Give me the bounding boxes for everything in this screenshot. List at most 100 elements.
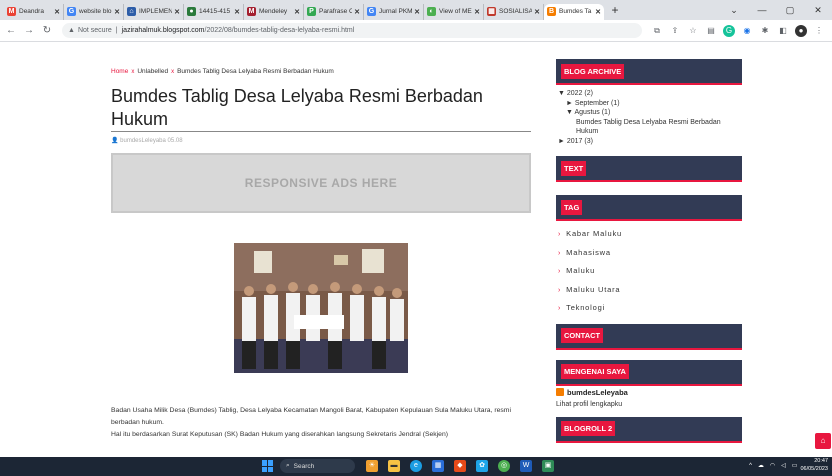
extension-icon[interactable]: ◉ — [741, 25, 753, 37]
reload-icon[interactable]: ↻ — [40, 25, 54, 36]
share-icon[interactable]: ⇪ — [669, 25, 681, 37]
browser-tab[interactable]: B Bumdes Ta ✕ — [544, 3, 604, 20]
browser-tab[interactable]: ⌂ IMPLEMEN ✕ — [124, 3, 184, 20]
app-icon[interactable]: ▣ — [542, 460, 554, 472]
browser-tab[interactable]: ▦ SOSIALISA ✕ — [484, 3, 544, 20]
address-bar: ← → ↻ ▲ Not secure | jazirahalmuk.blogsp… — [0, 20, 832, 42]
tab-title: SOSIALISA — [499, 8, 533, 15]
url-separator: | — [115, 27, 118, 34]
tab-close-icon[interactable]: ✕ — [354, 8, 360, 16]
scroll-to-top-button[interactable]: ⌂ — [815, 433, 831, 449]
tab-favicon-icon: G — [367, 7, 376, 16]
windows-start-icon[interactable] — [262, 460, 274, 472]
cloud-icon[interactable]: ☁ — [758, 462, 764, 469]
breadcrumb-category[interactable]: Unlabelled — [137, 68, 168, 75]
tab-title: Deandra — [19, 8, 44, 15]
tab-favicon-icon: B — [547, 7, 556, 16]
clock[interactable]: 20:47 06/05/2023 — [800, 458, 828, 473]
archive-item[interactable]: ► 2017 (3) — [558, 137, 742, 147]
tab-close-icon[interactable]: ✕ — [534, 8, 540, 16]
post-paragraph: Badan Usaha Milik Desa (Bumdes) Tablig, … — [111, 407, 511, 426]
edge-icon[interactable]: e — [410, 460, 422, 472]
tab-close-icon[interactable]: ✕ — [294, 8, 300, 16]
tab-close-icon[interactable]: ✕ — [414, 8, 420, 16]
word-icon[interactable]: W — [520, 460, 532, 472]
profile-full-link[interactable]: Lihat profil lengkapku — [556, 401, 742, 408]
tab-close-icon[interactable]: ✕ — [174, 8, 180, 16]
widget-header-tag: TAG — [556, 195, 742, 221]
translate-icon[interactable]: ⧉ — [651, 25, 663, 37]
archive-item[interactable]: ▼ Agustus (1) — [558, 108, 742, 118]
taskbar-search[interactable]: ⌕ Search — [280, 459, 355, 473]
breadcrumb-separator: x — [171, 69, 175, 75]
search-icon: ⌕ — [286, 462, 290, 469]
tag-item[interactable]: › Teknologi — [556, 299, 742, 318]
widgets-icon[interactable]: ☀ — [366, 460, 378, 472]
sidebar-icon[interactable]: ◧ — [777, 25, 789, 37]
menu-icon[interactable]: ⋮ — [813, 25, 825, 37]
close-window-button[interactable]: ✕ — [804, 5, 832, 16]
tab-favicon-icon: ● — [187, 7, 196, 16]
widget-header-text: TEXT — [556, 156, 742, 182]
taskbar-apps: ⌕ Search ☀ ▬ e ▦ ◆ ✿ ◎ W ▣ — [262, 459, 559, 473]
back-icon[interactable]: ← — [4, 25, 18, 36]
post-photo[interactable] — [234, 243, 408, 373]
reading-list-icon[interactable]: ▤ — [705, 25, 717, 37]
tab-list: M Deandra ✕ Gwebsite blo ✕ ⌂ IMPLEMEN ✕ ● 14415-4… — [4, 1, 604, 20]
browser-tab[interactable]: ● 14415-415 ✕ — [184, 3, 244, 20]
post-author-date: bumdesLeleyaba 05.08 — [120, 138, 183, 144]
extensions-puzzle-icon[interactable]: ✱ — [759, 25, 771, 37]
url-field[interactable]: ▲ Not secure | jazirahalmuk.blogspot.com… — [62, 23, 642, 38]
widget-header-archive: BLOG ARCHIVE — [556, 59, 742, 85]
office-icon[interactable]: ◆ — [454, 460, 466, 472]
grammarly-icon[interactable]: G — [723, 24, 735, 37]
forward-icon[interactable]: → — [22, 25, 36, 36]
tab-search-icon[interactable]: ⌄ — [720, 5, 748, 16]
extension-bar: ⧉ ⇪ ☆ ▤ G ◉ ✱ ◧ ● ⋮ — [648, 24, 828, 37]
avatar[interactable]: ● — [795, 24, 807, 37]
widget-title: CONTACT — [561, 328, 604, 344]
archive-item[interactable]: Bumdes Tablig Desa Lelyaba Resmi Berbada… — [558, 118, 742, 137]
tag-item[interactable]: › Maluku Utara — [556, 281, 742, 300]
tab-close-icon[interactable]: ✕ — [114, 8, 120, 16]
chrome-icon[interactable]: ◎ — [498, 460, 510, 472]
tab-favicon-icon: M — [247, 7, 256, 16]
file-explorer-icon[interactable]: ▬ — [388, 460, 400, 472]
tab-close-icon[interactable]: ✕ — [595, 8, 601, 16]
ads-placeholder[interactable]: RESPONSIVE ADS HERE — [111, 153, 531, 213]
browser-tab[interactable]: ◐ View of ME ✕ — [424, 3, 484, 20]
tab-close-icon[interactable]: ✕ — [54, 8, 60, 16]
profile-name-link[interactable]: bumdesLeleyaba — [556, 388, 742, 397]
chevron-up-icon[interactable]: ^ — [749, 463, 752, 469]
minimize-button[interactable]: — — [748, 5, 776, 15]
archive-item[interactable]: ► September (1) — [558, 99, 742, 109]
web-page: Home x Unlabelled x Bumdes Tablig Desa Lelya… — [0, 43, 832, 457]
photos-icon[interactable]: ✿ — [476, 460, 488, 472]
browser-tab[interactable]: M Deandra ✕ — [4, 3, 64, 20]
tag-item[interactable]: › Kabar Maluku — [556, 225, 742, 244]
bookmark-star-icon[interactable]: ☆ — [687, 25, 699, 37]
browser-tab[interactable]: M Mendeley ✕ — [244, 3, 304, 20]
battery-icon[interactable]: ▭ — [792, 462, 798, 469]
browser-tab[interactable]: Gwebsite blo ✕ — [64, 3, 124, 20]
widget-header-about: MENGENAI SAYA — [556, 359, 742, 386]
profile: bumdesLeleyaba Lihat profil lengkapku — [556, 386, 742, 408]
tag-item[interactable]: › Mahasiswa — [556, 244, 742, 263]
breadcrumb-home-link[interactable]: Home — [111, 68, 128, 75]
archive-item[interactable]: ▼ 2022 (2) — [558, 89, 742, 99]
tab-close-icon[interactable]: ✕ — [234, 8, 240, 16]
restore-button[interactable]: ▢ — [776, 5, 804, 16]
store-icon[interactable]: ▦ — [432, 460, 444, 472]
browser-tab[interactable]: P Parafrase C ✕ — [304, 3, 364, 20]
new-tab-button[interactable]: + — [608, 3, 622, 17]
widget-title: TAG — [561, 199, 583, 215]
post-body: Badan Usaha Milik Desa (Bumdes) Tablig, … — [111, 405, 531, 441]
tab-close-icon[interactable]: ✕ — [474, 8, 480, 16]
tab-title: Mendeley — [259, 8, 288, 15]
volume-icon[interactable]: ◁ — [781, 462, 786, 469]
browser-tab[interactable]: G Jurnal PKM ✕ — [364, 3, 424, 20]
tag-item[interactable]: › Maluku — [556, 262, 742, 281]
wifi-icon[interactable]: ◠ — [770, 462, 775, 469]
tab-favicon-icon: ◐ — [427, 7, 436, 16]
tab-title: IMPLEMEN — [139, 8, 173, 15]
